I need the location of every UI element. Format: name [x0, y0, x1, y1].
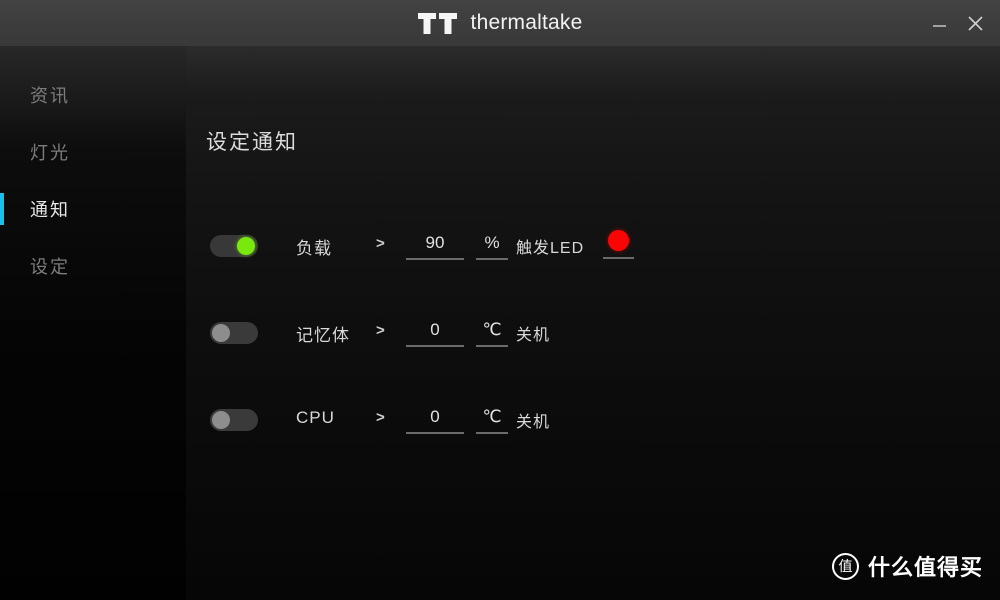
threshold-value-load: 90: [425, 233, 445, 252]
row-operator-load: >: [376, 235, 385, 252]
watermark-text: 什么值得买: [867, 555, 983, 580]
field-underline: [476, 345, 508, 347]
unit-select-memory[interactable]: ℃: [476, 319, 508, 347]
row-operator-cpu: >: [376, 409, 385, 426]
threshold-input-memory[interactable]: 0: [406, 319, 464, 347]
notification-rows: 负载 > 90 % 触发LED 记忆体 > 0 ℃ 关机 CPU > 0 ℃ 关…: [186, 222, 1000, 483]
sidebar-item-notification[interactable]: 通知: [0, 180, 186, 237]
sidebar-nav: 资讯 灯光 通知 设定: [0, 66, 186, 294]
main-panel: 设定通知 负载 > 90 % 触发LED 记忆体 > 0 ℃ 关机 CPU > …: [186, 0, 1000, 600]
unit-select-load[interactable]: %: [476, 232, 508, 260]
unit-select-cpu[interactable]: ℃: [476, 406, 508, 434]
minimize-icon: [932, 24, 946, 27]
field-underline: [406, 432, 464, 434]
notification-row-cpu: CPU > 0 ℃ 关机: [186, 396, 1000, 483]
close-icon: [967, 15, 983, 31]
threshold-value-memory: 0: [430, 320, 440, 339]
toggle-knob: [212, 411, 230, 429]
sidebar-item-info[interactable]: 资讯: [0, 66, 186, 123]
row-label-memory: 记忆体: [296, 326, 350, 345]
brand-name: thermaltake: [470, 11, 583, 34]
thermaltake-app-window: 设定通知 负载 > 90 % 触发LED 记忆体 > 0 ℃ 关机 CPU > …: [0, 0, 1000, 600]
window-controls: [928, 0, 986, 46]
notification-row-memory: 记忆体 > 0 ℃ 关机: [186, 309, 1000, 396]
threshold-input-cpu[interactable]: 0: [406, 406, 464, 434]
notification-row-load: 负载 > 90 % 触发LED: [186, 222, 1000, 309]
page-title: 设定通知: [206, 131, 298, 154]
active-indicator: [0, 193, 4, 225]
sidebar: 资讯 灯光 通知 设定: [0, 0, 186, 600]
field-underline: [406, 345, 464, 347]
close-button[interactable]: [964, 12, 986, 34]
unit-value-memory: ℃: [482, 320, 502, 339]
field-underline: [476, 258, 508, 260]
led-color-swatch-load[interactable]: [603, 230, 634, 259]
row-label-cpu: CPU: [296, 408, 335, 427]
toggle-cpu[interactable]: [210, 409, 258, 431]
sidebar-item-label: 通知: [30, 199, 70, 220]
toggle-memory[interactable]: [210, 322, 258, 344]
threshold-value-cpu: 0: [430, 407, 440, 426]
row-action-memory: 关机: [516, 327, 551, 344]
unit-value-load: %: [484, 233, 500, 252]
field-underline: [603, 257, 634, 259]
sidebar-item-settings[interactable]: 设定: [0, 237, 186, 294]
watermark-badge: 值: [831, 552, 859, 580]
sidebar-item-label: 资讯: [30, 85, 70, 106]
row-label-load: 负载: [296, 239, 332, 258]
tt-logo-icon: [417, 12, 457, 34]
brand-lockup: thermaltake: [0, 0, 1000, 46]
led-color-dot: [608, 230, 629, 251]
field-underline: [406, 258, 464, 260]
sidebar-item-lighting[interactable]: 灯光: [0, 123, 186, 180]
watermark: 值 什么值得买: [831, 550, 983, 582]
unit-value-cpu: ℃: [482, 407, 502, 426]
row-operator-memory: >: [376, 322, 385, 339]
threshold-input-load[interactable]: 90: [406, 232, 464, 260]
sidebar-item-label: 灯光: [30, 142, 70, 163]
toggle-knob: [212, 324, 230, 342]
title-bar: thermaltake: [0, 0, 1000, 46]
row-action-cpu: 关机: [516, 414, 551, 431]
minimize-button[interactable]: [928, 12, 950, 34]
toggle-load[interactable]: [210, 235, 258, 257]
toggle-knob: [237, 237, 255, 255]
row-action-load: 触发LED: [516, 240, 585, 257]
field-underline: [476, 432, 508, 434]
sidebar-item-label: 设定: [30, 256, 70, 277]
